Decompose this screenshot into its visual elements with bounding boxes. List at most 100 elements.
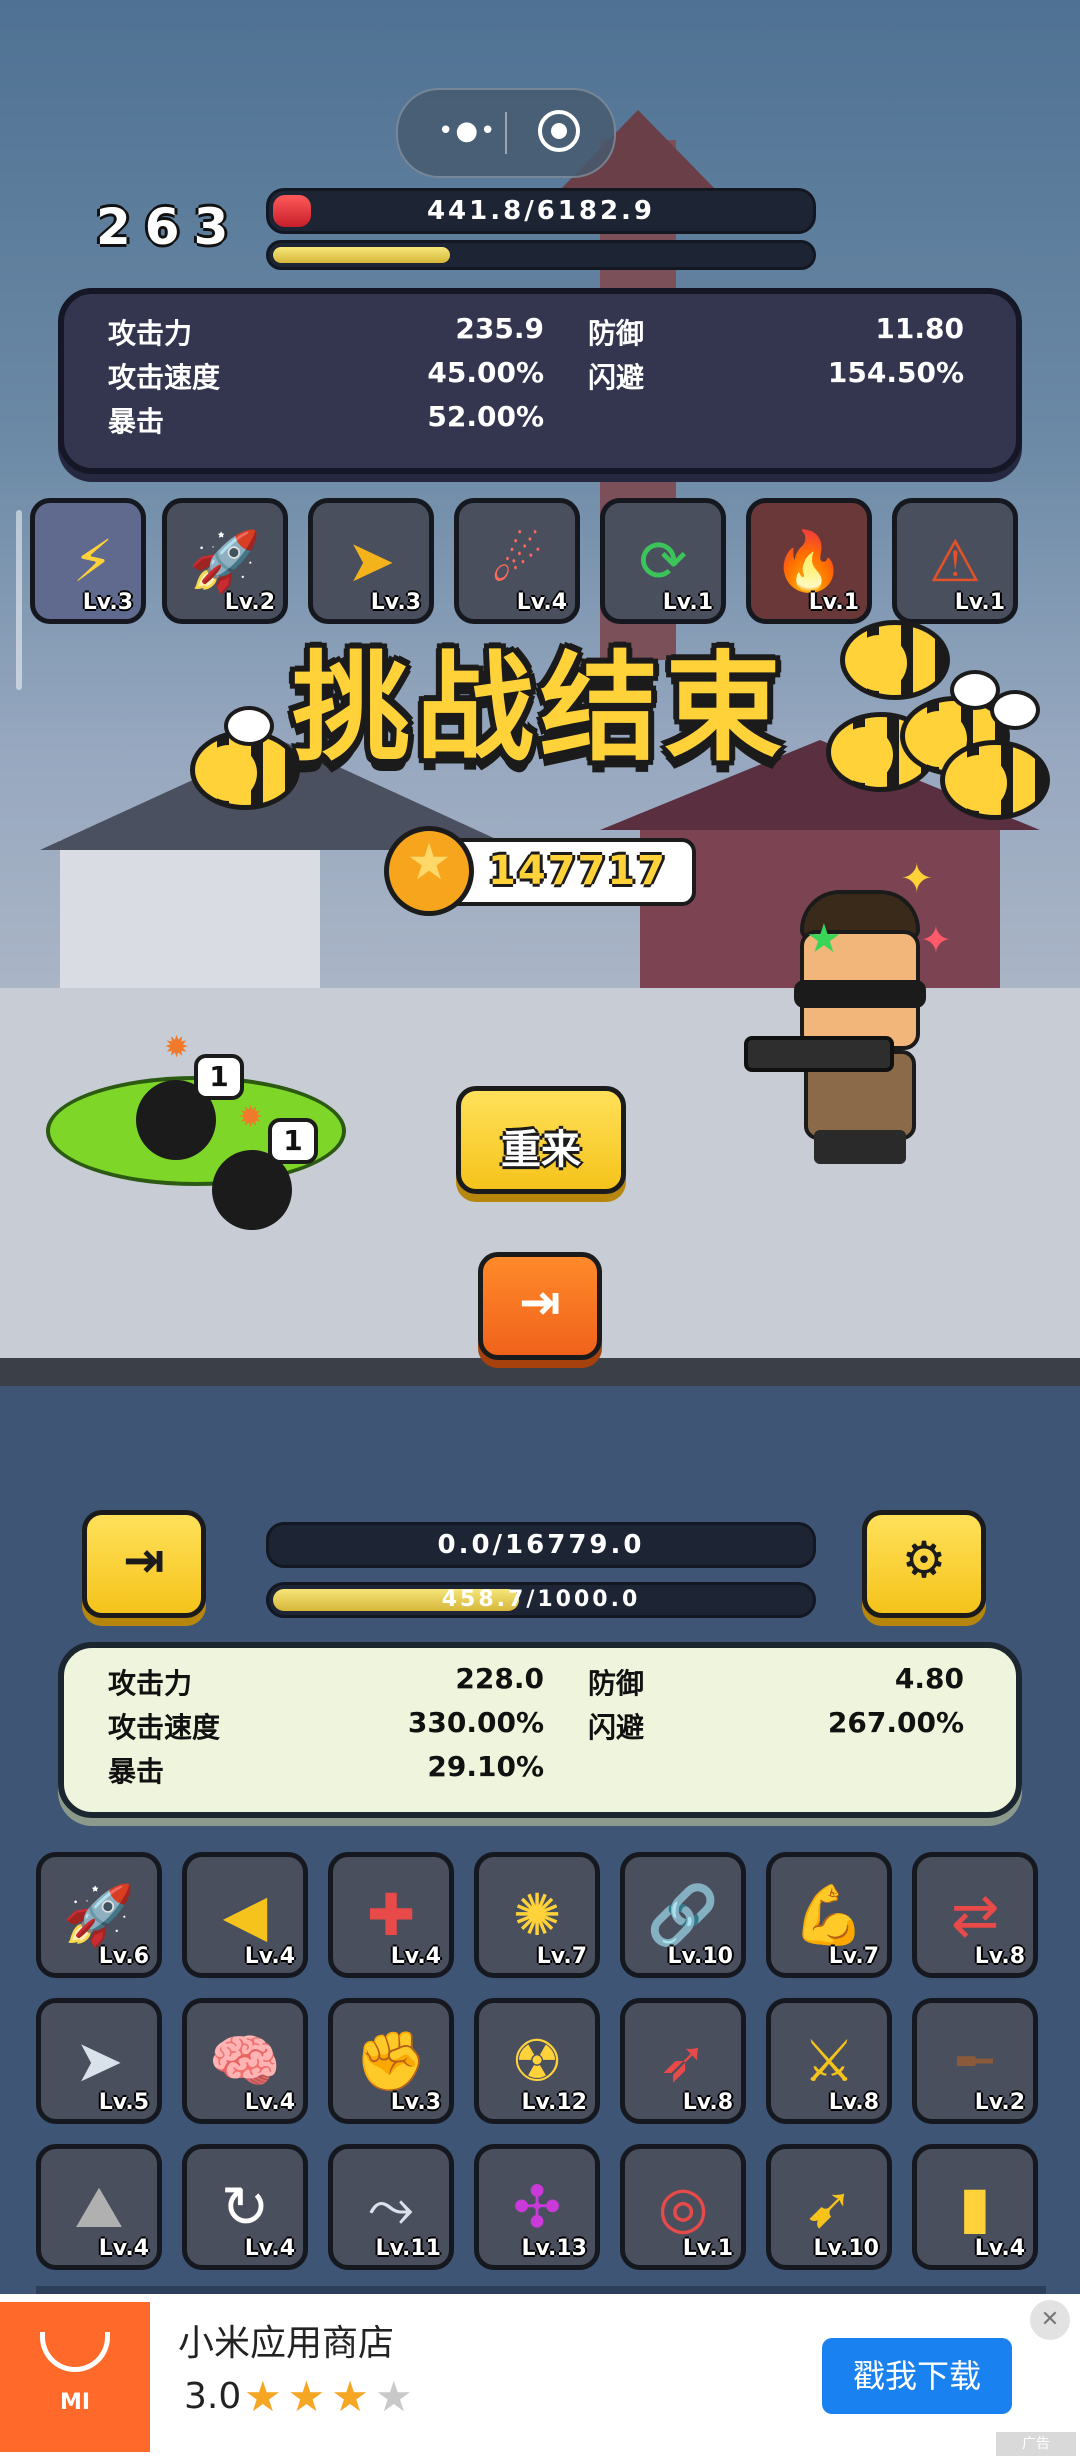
- enemy-hp-text: 441.8/6182.9: [426, 196, 656, 226]
- skill-level: Lv.11: [375, 2236, 441, 2261]
- more-dots-icon[interactable]: •●•: [438, 116, 497, 146]
- player-skill-tile[interactable]: ✊ Lv.3: [328, 1998, 454, 2124]
- settings-button[interactable]: ⚙: [862, 1510, 986, 1618]
- skill-level: Lv.8: [682, 2090, 733, 2115]
- player-skill-tile[interactable]: ☢ Lv.12: [474, 1998, 600, 2124]
- challenge-end-title: 挑战结束: [291, 639, 788, 777]
- enemy-crit-value: 52.00%: [427, 400, 544, 433]
- enemy-skill-tile[interactable]: 🔥 Lv.1: [746, 498, 872, 624]
- enemy-progress-fill: [273, 247, 450, 263]
- player-stats-panel: 攻击力 228.0 攻击速度 330.00% 暴击 29.10% 防御 4.80…: [58, 1642, 1022, 1818]
- player-crit-label: 暴击: [108, 1755, 165, 1788]
- enemy-progress-bar: [266, 240, 816, 270]
- capsule-divider: [505, 112, 507, 154]
- enemy-skill-row: ⚡ Lv.3 🚀 Lv.2 ➤ Lv.3 ☄ Lv.4 ⟳ Lv.1 🔥 Lv.…: [30, 498, 1050, 628]
- player-skill-tile[interactable]: ➹ Lv.10: [766, 2144, 892, 2270]
- player-skill-tile[interactable]: ╾ Lv.2: [912, 1998, 1038, 2124]
- skill-level: Lv.6: [98, 1944, 149, 1969]
- player-speed-label: 攻击速度: [108, 1711, 221, 1744]
- download-button[interactable]: 戳我下载: [822, 2338, 1012, 2414]
- enemy-attack-label: 攻击力: [108, 317, 193, 350]
- player-skill-tile[interactable]: ↻ Lv.4: [182, 2144, 308, 2270]
- enemy-hp-bar: 441.8/6182.9: [266, 188, 816, 234]
- sunglasses-icon: [794, 980, 926, 1008]
- exit-button[interactable]: ⇥: [478, 1252, 602, 1360]
- skill-level: Lv.7: [828, 1944, 879, 1969]
- player-skill-tile[interactable]: 🔗 Lv.10: [620, 1852, 746, 1978]
- skill-level: Lv.13: [521, 2236, 587, 2261]
- skill-level: Lv.4: [98, 2236, 149, 2261]
- smile-icon: [40, 2332, 110, 2372]
- skill-level: Lv.8: [828, 2090, 879, 2115]
- enemy-skill-tile[interactable]: ⟳ Lv.1: [600, 498, 726, 624]
- gear-icon: ⚙: [901, 1531, 947, 1589]
- enemy-speed-label: 攻击速度: [108, 361, 221, 394]
- player-skill-tile[interactable]: ⇄ Lv.8: [912, 1852, 1038, 1978]
- enemy-skill-tile[interactable]: ➤ Lv.3: [308, 498, 434, 624]
- app-store-logo: MI: [0, 2302, 150, 2452]
- enemy-skill-tile[interactable]: ⚡ Lv.3: [30, 498, 146, 624]
- skill-level: Lv.4: [244, 2090, 295, 2115]
- player-exit-button[interactable]: ⇥: [82, 1510, 206, 1618]
- skill-level: Lv.1: [682, 2236, 733, 2261]
- wave-number: 263: [96, 198, 243, 256]
- bomb-count-bubble: 1: [268, 1118, 318, 1164]
- player-hp-text: 0.0/16779.0: [437, 1530, 645, 1560]
- close-ad-icon[interactable]: ✕: [1030, 2300, 1070, 2340]
- enemy-skill-tile[interactable]: ☄ Lv.4: [454, 498, 580, 624]
- enemy-dodge-value: 154.50%: [827, 356, 964, 389]
- player-skill-tile[interactable]: ➶ Lv.8: [620, 1998, 746, 2124]
- coin-icon: ★: [384, 826, 474, 916]
- dizzy-star-icon: ★: [806, 916, 842, 962]
- player-skill-tile[interactable]: 🚀 Lv.6: [36, 1852, 162, 1978]
- player-attack-value: 228.0: [455, 1662, 544, 1695]
- enemy-crit-label: 暴击: [108, 405, 165, 438]
- ad-rating: 3.0: [184, 2376, 242, 2417]
- player-defense-label: 防御: [588, 1667, 645, 1700]
- player-skill-tile[interactable]: ✣ Lv.13: [474, 2144, 600, 2270]
- hero-legs: [814, 1130, 906, 1164]
- mini-program-capsule: •●•: [396, 88, 616, 178]
- enemy-skill-tile[interactable]: ⚠ Lv.1: [892, 498, 1018, 624]
- player-skill-tile[interactable]: ◀ Lv.4: [182, 1852, 308, 1978]
- hero-character: [780, 890, 940, 1170]
- enemy-dodge-label: 闪避: [588, 361, 645, 394]
- player-defense-value: 4.80: [894, 1662, 964, 1695]
- player-skill-tile[interactable]: ➤ Lv.5: [36, 1998, 162, 2124]
- ad-banner[interactable]: MI 小米应用商店 3.0 ★★★★ 戳我下载 ✕ 广告: [0, 2294, 1080, 2460]
- retry-label: 重来: [501, 1127, 581, 1173]
- skill-level: Lv.8: [974, 1944, 1025, 1969]
- skill-level: Lv.10: [813, 2236, 879, 2261]
- coin-amount: 147717: [488, 848, 667, 894]
- skill-level: Lv.3: [390, 2090, 441, 2115]
- house-left: [60, 840, 320, 990]
- enemy-skill-tile[interactable]: 🚀 Lv.2: [162, 498, 288, 624]
- logo-text: MI: [59, 2390, 91, 2415]
- player-skill-tile[interactable]: ✺ Lv.7: [474, 1852, 600, 1978]
- enemy-stats-panel: 攻击力 235.9 攻击速度 45.00% 暴击 52.00% 防御 11.80…: [58, 288, 1022, 474]
- player-skill-tile[interactable]: ◎ Lv.1: [620, 2144, 746, 2270]
- player-skill-tile[interactable]: ✚ Lv.4: [328, 1852, 454, 1978]
- player-crit-value: 29.10%: [427, 1750, 544, 1783]
- bomb-count-bubble: 1: [194, 1054, 244, 1100]
- player-dodge-label: 闪避: [588, 1711, 645, 1744]
- enemy-defense-value: 11.80: [875, 312, 964, 345]
- player-skill-tile[interactable]: ▮ Lv.4: [912, 2144, 1038, 2270]
- skill-level: Lv.5: [98, 2090, 149, 2115]
- retry-button[interactable]: 重来: [456, 1086, 626, 1194]
- player-hp-bar: 0.0/16779.0: [266, 1522, 816, 1568]
- skill-level: Lv.2: [974, 2090, 1025, 2115]
- rating-stars: ★★★★: [244, 2372, 419, 2421]
- skill-level: Lv.4: [244, 2236, 295, 2261]
- player-speed-value: 330.00%: [407, 1706, 544, 1739]
- player-skill-tile[interactable]: ⛰ Lv.4: [36, 2144, 162, 2270]
- close-target-icon[interactable]: [538, 110, 580, 152]
- player-dodge-value: 267.00%: [827, 1706, 964, 1739]
- player-skill-tile[interactable]: ⚔ Lv.8: [766, 1998, 892, 2124]
- fuse-spark-icon: ✹: [164, 1030, 190, 1065]
- player-skill-tile[interactable]: 🧠 Lv.4: [182, 1998, 308, 2124]
- player-attack-label: 攻击力: [108, 1667, 193, 1700]
- player-skill-tile[interactable]: ⤳ Lv.11: [328, 2144, 454, 2270]
- player-skill-tile[interactable]: 💪 Lv.7: [766, 1852, 892, 1978]
- enemy-speed-value: 45.00%: [427, 356, 544, 389]
